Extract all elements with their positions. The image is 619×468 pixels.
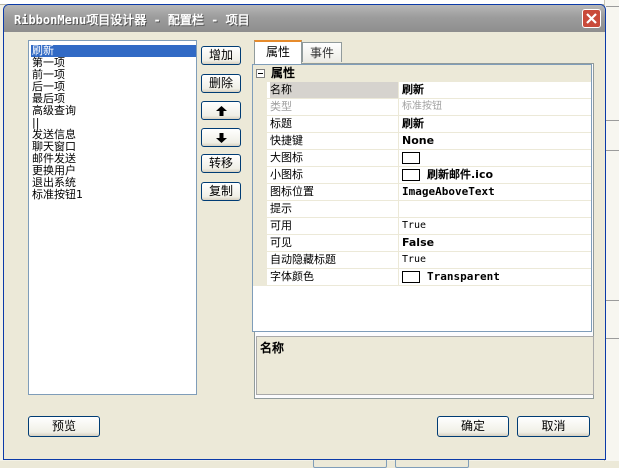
grid-gutter: [253, 82, 267, 286]
property-name: 字体颜色: [270, 270, 314, 283]
property-row[interactable]: 可见 False: [267, 235, 591, 252]
property-value[interactable]: 刷新: [402, 116, 424, 132]
column-divider: [398, 252, 399, 268]
preview-button[interactable]: 预览: [28, 416, 100, 437]
property-row[interactable]: 类型 标准按钮: [267, 99, 591, 116]
property-row[interactable]: 大图标: [267, 150, 591, 167]
property-row[interactable]: 标题 刷新: [267, 116, 591, 133]
background-right-strip: [604, 0, 619, 461]
property-name: 标题: [270, 117, 292, 130]
property-name: 图标位置: [270, 185, 314, 198]
move-up-button[interactable]: [201, 101, 241, 120]
collapse-icon[interactable]: [256, 69, 265, 78]
category-label: 属性: [271, 66, 296, 80]
add-button[interactable]: 增加: [201, 46, 241, 65]
color-swatch: [402, 152, 420, 164]
property-value[interactable]: True: [402, 218, 426, 234]
property-name: 提示: [270, 202, 292, 215]
property-row[interactable]: 自动隐藏标题 True: [267, 252, 591, 269]
property-name: 可见: [270, 236, 292, 249]
property-value[interactable]: 刷新邮件.ico: [427, 167, 493, 183]
cancel-button[interactable]: 取消: [517, 416, 590, 437]
tab-events[interactable]: 事件: [302, 42, 342, 62]
property-row[interactable]: 可用 True: [267, 218, 591, 235]
property-name: 自动隐藏标题: [270, 253, 336, 266]
background-line: [606, 338, 619, 339]
property-row[interactable]: 提示: [267, 201, 591, 218]
background-line: [606, 300, 619, 301]
property-name: 名称: [270, 82, 398, 98]
property-category[interactable]: 属性: [253, 65, 591, 82]
property-name: 大图标: [270, 151, 303, 164]
property-name: 可用: [270, 219, 292, 232]
background-line: [606, 150, 619, 151]
items-listbox[interactable]: 刷新 第一项 前一项 后一项 最后项 高级查询 || 发送信息 聊天窗口 邮件发送 更换用户 退出系统…: [28, 40, 197, 395]
move-down-button[interactable]: [201, 128, 241, 147]
delete-button[interactable]: 删除: [201, 74, 241, 93]
property-value[interactable]: True: [402, 252, 426, 268]
property-value[interactable]: None: [402, 133, 434, 149]
copy-button[interactable]: 复制: [201, 182, 241, 201]
property-value[interactable]: False: [402, 235, 434, 251]
column-divider: [398, 235, 399, 251]
background-line: [606, 120, 619, 121]
property-name: 类型: [270, 100, 292, 113]
property-row[interactable]: 图标位置 ImageAboveText: [267, 184, 591, 201]
property-name: 小图标: [270, 168, 303, 181]
tab-properties[interactable]: 属性: [254, 40, 302, 64]
column-divider: [398, 167, 399, 183]
ok-button[interactable]: 确定: [437, 416, 509, 437]
property-row[interactable]: 快捷键 None: [267, 133, 591, 150]
color-swatch: [402, 169, 420, 181]
list-item[interactable]: 标准按钮1: [31, 189, 84, 201]
property-value[interactable]: Transparent: [427, 269, 500, 285]
column-divider: [398, 82, 399, 98]
property-value[interactable]: ImageAboveText: [402, 184, 495, 200]
column-divider: [398, 201, 399, 217]
column-divider: [398, 150, 399, 166]
background-line: [606, 6, 619, 7]
column-divider: [398, 116, 399, 132]
description-title: 名称: [260, 341, 285, 355]
convert-button[interactable]: 转移: [201, 154, 241, 173]
close-button[interactable]: [582, 9, 601, 28]
property-value[interactable]: 标准按钮: [402, 99, 442, 115]
column-divider: [398, 218, 399, 234]
title-bar[interactable]: RibbonMenu项目设计器 - 配置栏 - 项目: [4, 5, 605, 32]
property-grid[interactable]: 属性 名称 刷新 类型 标准按钮 标题 刷新 快捷键 None 大图标 小图标 刷新邮件.ico 图标…: [252, 64, 592, 332]
column-divider: [398, 269, 399, 285]
window-title: RibbonMenu项目设计器 - 配置栏 - 项目: [14, 13, 250, 27]
description-panel: 名称: [256, 336, 594, 395]
property-row[interactable]: 小图标 刷新邮件.ico: [267, 167, 591, 184]
property-value[interactable]: 刷新: [402, 82, 424, 98]
color-swatch: [402, 271, 420, 283]
column-divider: [398, 99, 399, 115]
column-divider: [398, 184, 399, 200]
column-divider: [398, 133, 399, 149]
property-row[interactable]: 字体颜色 Transparent: [267, 269, 591, 286]
property-row[interactable]: 名称 刷新: [267, 82, 591, 99]
property-name: 快捷键: [270, 134, 303, 147]
